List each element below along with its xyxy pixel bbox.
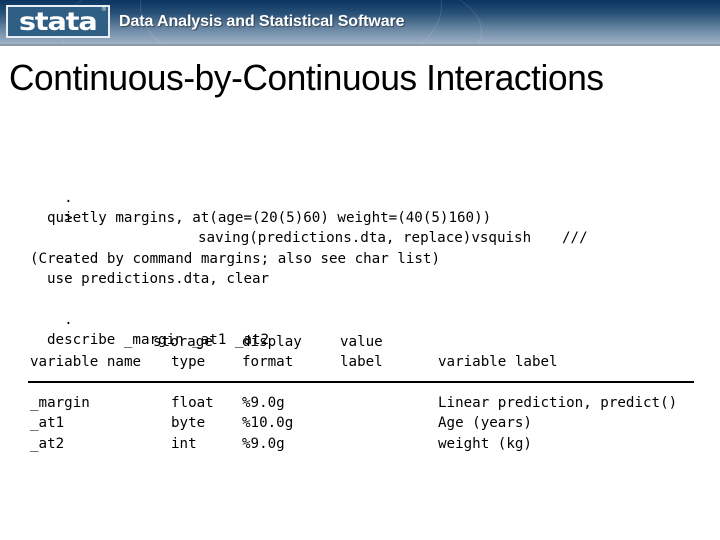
cell-variable-label: weight (kg)	[438, 436, 532, 452]
command-prompt: .	[64, 312, 73, 328]
cell-display-format: %10.0g	[242, 415, 294, 431]
stata-logo-text: stata	[19, 7, 98, 36]
cell-storage-type: float	[171, 395, 214, 411]
table-header-divider	[28, 381, 694, 383]
stata-logo: stata ®	[6, 5, 110, 38]
command-text: use predictions.dta, clear	[47, 271, 270, 287]
header-display: display	[242, 334, 302, 350]
cell-variable-name: _at1	[30, 415, 65, 431]
header-variable-label: variable label	[438, 354, 558, 370]
stata-banner: stata ® Data Analysis and Statistical So…	[0, 0, 720, 46]
header-type: type	[171, 354, 206, 370]
continuation-marker: ///	[562, 230, 588, 246]
header-storage: storage	[153, 334, 213, 350]
cell-variable-name: _margin	[30, 395, 90, 411]
cell-storage-type: int	[171, 436, 197, 452]
command-text: saving(predictions.dta, replace)vsquish	[198, 230, 532, 246]
cell-storage-type: byte	[171, 415, 206, 431]
cell-display-format: %9.0g	[242, 395, 285, 411]
slide-title: Continuous-by-Continuous Interactions	[9, 57, 604, 98]
cell-display-format: %9.0g	[242, 436, 285, 452]
cell-variable-label: Age (years)	[438, 415, 532, 431]
cell-variable-label: Linear prediction, predict()	[438, 395, 678, 411]
registered-mark-icon: ®	[101, 7, 106, 13]
header-label: label	[340, 354, 383, 370]
continuation-prompt: >	[64, 210, 73, 226]
header-variable-name: variable name	[30, 354, 142, 370]
header-format: format	[242, 354, 294, 370]
header-value: value	[340, 334, 383, 350]
cell-variable-name: _at2	[30, 436, 65, 452]
output-line: (Created by command margins; also see ch…	[30, 251, 440, 267]
command-text: quietly margins, at(age=(20(5)60) weight…	[47, 210, 492, 226]
banner-tagline: Data Analysis and Statistical Software	[119, 13, 405, 30]
